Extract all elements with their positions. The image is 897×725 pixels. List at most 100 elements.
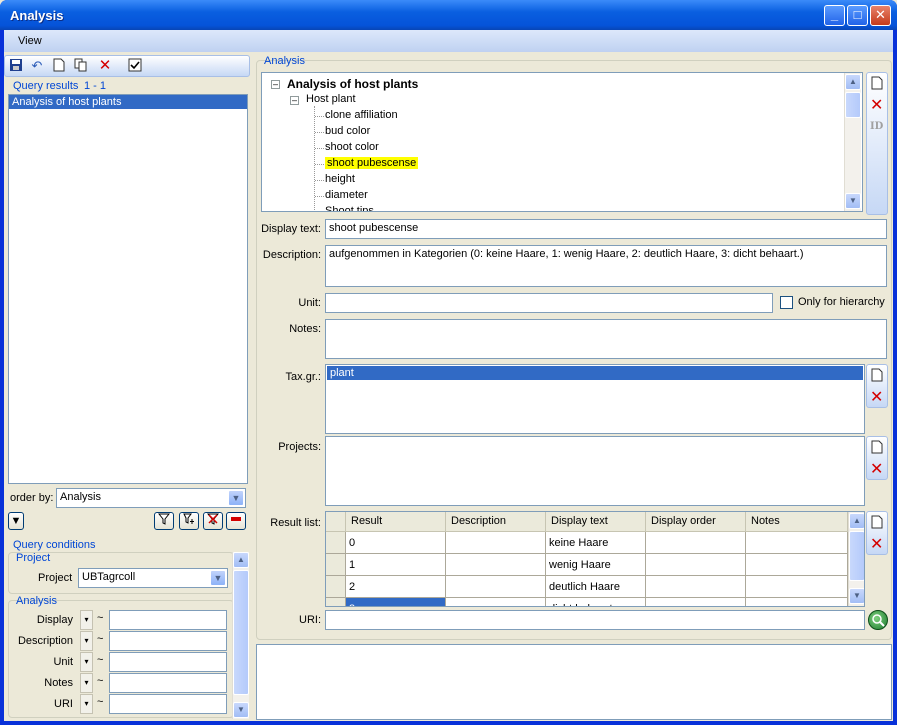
analysis-tree[interactable]: – Analysis of host plants – Host plant c…: [261, 72, 863, 212]
grid-cell[interactable]: [446, 532, 546, 554]
grid-cell[interactable]: [646, 598, 746, 606]
grid-cell[interactable]: [446, 554, 546, 576]
tree-leaf[interactable]: height: [325, 173, 355, 185]
project-select[interactable]: UBTagrcoll ▼: [78, 568, 228, 588]
tree-leaf[interactable]: diameter: [325, 189, 368, 201]
result-grid[interactable]: Result Description Display text Display ord…: [325, 511, 865, 607]
description-field[interactable]: aufgenommen in Kategorien (0: keine Haar…: [325, 245, 887, 287]
grid-cell[interactable]: [746, 554, 848, 576]
browse-uri-icon[interactable]: [868, 610, 888, 630]
display-text-field[interactable]: shoot pubescense: [325, 219, 887, 239]
new-item-icon[interactable]: [871, 76, 883, 93]
maximize-button[interactable]: □: [847, 5, 868, 26]
condition-input[interactable]: [109, 673, 227, 693]
list-item[interactable]: plant: [327, 366, 863, 380]
operator-dropdown[interactable]: ▾: [80, 610, 93, 630]
chevron-down-icon[interactable]: ▼: [210, 570, 226, 586]
scroll-down-icon[interactable]: ▼: [849, 588, 864, 604]
grid-cell[interactable]: 1: [346, 554, 446, 576]
condition-input[interactable]: [109, 610, 227, 630]
grid-cell[interactable]: [646, 554, 746, 576]
title-bar[interactable]: Analysis _ □ ✕: [0, 0, 897, 30]
grid-cell[interactable]: wenig Haare: [546, 554, 646, 576]
chevron-down-icon[interactable]: ▼: [228, 490, 244, 506]
operator-dropdown[interactable]: ▾: [80, 673, 93, 693]
delete-item-icon[interactable]: ✕: [870, 459, 883, 479]
list-item[interactable]: Analysis of host plants: [9, 95, 247, 109]
column-header[interactable]: Display text: [546, 512, 646, 532]
grid-cell[interactable]: 3: [346, 598, 446, 606]
grid-cell[interactable]: [646, 576, 746, 598]
grid-cell[interactable]: [746, 598, 848, 606]
column-header[interactable]: Result: [346, 512, 446, 532]
delete-icon[interactable]: ✕: [97, 58, 113, 74]
remove-filter-button[interactable]: [203, 512, 223, 530]
undo-icon[interactable]: ↶: [29, 58, 45, 74]
condition-input[interactable]: [109, 652, 227, 672]
new-item-icon[interactable]: [871, 515, 883, 532]
grid-cell[interactable]: [446, 598, 546, 606]
grid-cell[interactable]: [646, 532, 746, 554]
scroll-up-icon[interactable]: ▲: [233, 552, 249, 568]
tree-leaf[interactable]: clone affiliation: [325, 109, 398, 121]
grid-cell[interactable]: [746, 576, 848, 598]
tree-leaf[interactable]: shoot color: [325, 141, 379, 153]
grid-scrollbar[interactable]: ▲ ▼: [848, 512, 864, 606]
unit-field[interactable]: [325, 293, 773, 313]
order-by-select[interactable]: Analysis ▼: [56, 488, 246, 508]
operator-dropdown[interactable]: ▾: [80, 694, 93, 714]
projects-list[interactable]: [325, 436, 865, 506]
query-results-list[interactable]: Analysis of host plants: [8, 94, 248, 484]
row-header[interactable]: [326, 532, 346, 554]
scroll-down-icon[interactable]: ▼: [233, 702, 249, 718]
conditions-scrollbar[interactable]: ▲ ▼: [232, 552, 249, 719]
scroll-down-icon[interactable]: ▼: [845, 193, 861, 209]
tree-collapse-icon[interactable]: –: [290, 96, 299, 105]
collapse-button[interactable]: ▼: [8, 512, 24, 530]
column-header[interactable]: Notes: [746, 512, 848, 532]
grid-cell[interactable]: [446, 576, 546, 598]
tree-root[interactable]: Analysis of host plants: [287, 77, 418, 91]
new-item-icon[interactable]: [871, 440, 883, 457]
menu-view[interactable]: View: [18, 35, 42, 47]
row-header[interactable]: [326, 598, 346, 606]
notes-field[interactable]: [325, 319, 887, 359]
grid-cell[interactable]: deutlich Haare: [546, 576, 646, 598]
tree-collapse-icon[interactable]: –: [271, 80, 280, 89]
uri-field[interactable]: [325, 610, 865, 630]
checkbox-icon[interactable]: [127, 58, 143, 74]
save-icon[interactable]: [8, 58, 24, 74]
grid-cell[interactable]: 2: [346, 576, 446, 598]
tree-leaf[interactable]: bud color: [325, 125, 370, 137]
copy-icon[interactable]: [73, 58, 89, 74]
scroll-thumb[interactable]: [849, 531, 864, 581]
new-document-icon[interactable]: [51, 58, 67, 74]
minimize-button[interactable]: _: [824, 5, 845, 26]
only-hierarchy-checkbox[interactable]: [780, 296, 793, 309]
scroll-thumb[interactable]: [845, 92, 861, 118]
grid-cell[interactable]: [746, 532, 848, 554]
id-icon[interactable]: ID: [870, 121, 883, 132]
scroll-up-icon[interactable]: ▲: [845, 74, 861, 90]
tree-node-host-plant[interactable]: Host plant: [306, 93, 356, 105]
tree-scrollbar[interactable]: ▲ ▼: [844, 73, 861, 211]
condition-input[interactable]: [109, 631, 227, 651]
scroll-thumb[interactable]: [233, 570, 249, 695]
delete-item-icon[interactable]: ✕: [870, 95, 883, 115]
grid-cell[interactable]: 0: [346, 532, 446, 554]
column-header[interactable]: Display order: [646, 512, 746, 532]
taxgr-list[interactable]: plant: [325, 364, 865, 434]
tree-leaf[interactable]: shoot pubescense: [325, 157, 419, 169]
grid-cell[interactable]: keine Haare: [546, 532, 646, 554]
row-header[interactable]: [326, 554, 346, 576]
condition-input[interactable]: [109, 694, 227, 714]
add-filter-button[interactable]: [179, 512, 199, 530]
grid-cell[interactable]: dicht behaart: [546, 598, 646, 606]
operator-dropdown[interactable]: ▾: [80, 652, 93, 672]
delete-item-icon[interactable]: ✕: [870, 534, 883, 554]
filter-button[interactable]: [154, 512, 174, 530]
new-item-icon[interactable]: [871, 368, 883, 385]
delete-item-icon[interactable]: ✕: [870, 387, 883, 407]
row-header[interactable]: [326, 576, 346, 598]
scroll-up-icon[interactable]: ▲: [849, 513, 864, 529]
